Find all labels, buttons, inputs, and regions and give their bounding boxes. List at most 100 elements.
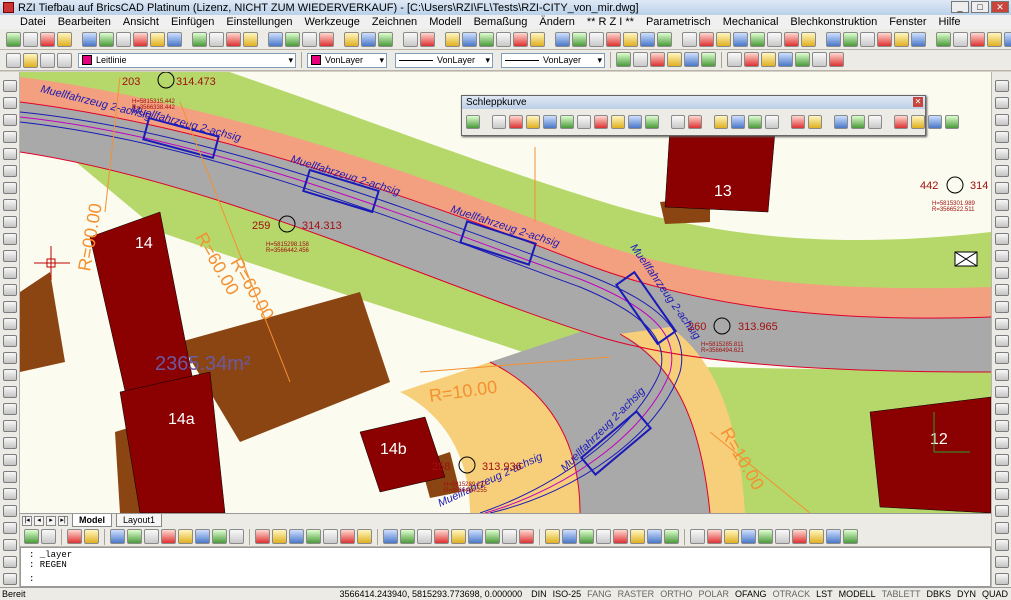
- view-tool-icon[interactable]: [744, 52, 759, 67]
- bottom-tool-icon[interactable]: [110, 529, 125, 544]
- standard-tool-icon[interactable]: [911, 31, 926, 47]
- bottom-tool-icon[interactable]: [229, 529, 244, 544]
- left-draw-tool-icon[interactable]: [3, 80, 17, 92]
- schleppkurve-tool-icon[interactable]: [645, 115, 659, 129]
- right-view-tool-icon[interactable]: [995, 454, 1009, 466]
- standard-tool-icon[interactable]: [657, 31, 672, 47]
- bottom-tool-icon[interactable]: [630, 529, 645, 544]
- left-draw-tool-icon[interactable]: [3, 539, 17, 551]
- standard-tool-icon[interactable]: [640, 31, 655, 47]
- schleppkurve-tool-icon[interactable]: [731, 115, 745, 129]
- schleppkurve-tool-icon[interactable]: [611, 115, 625, 129]
- standard-tool-icon[interactable]: [784, 31, 799, 47]
- status-flag-fang[interactable]: FANG: [584, 589, 615, 599]
- standard-tool-icon[interactable]: [133, 31, 148, 47]
- bottom-tool-icon[interactable]: [647, 529, 662, 544]
- status-flag-quad[interactable]: QUAD: [979, 589, 1011, 599]
- left-draw-tool-icon[interactable]: [3, 114, 17, 126]
- standard-tool-icon[interactable]: [860, 31, 875, 47]
- status-flag-tablett[interactable]: TABLETT: [879, 589, 924, 599]
- left-draw-tool-icon[interactable]: [3, 522, 17, 534]
- left-draw-tool-icon[interactable]: [3, 420, 17, 432]
- schleppkurve-tool-icon[interactable]: [791, 115, 805, 129]
- right-view-tool-icon[interactable]: [995, 352, 1009, 364]
- standard-tool-icon[interactable]: [116, 31, 131, 47]
- right-view-tool-icon[interactable]: [995, 403, 1009, 415]
- standard-tool-icon[interactable]: [302, 31, 317, 47]
- bottom-tool-icon[interactable]: [41, 529, 56, 544]
- right-view-tool-icon[interactable]: [995, 301, 1009, 313]
- bottom-tool-icon[interactable]: [826, 529, 841, 544]
- standard-tool-icon[interactable]: [1004, 31, 1011, 47]
- right-view-tool-icon[interactable]: [995, 420, 1009, 432]
- standard-tool-icon[interactable]: [606, 31, 621, 47]
- tab-layout1[interactable]: Layout1: [116, 514, 163, 527]
- menu-datei[interactable]: Datei: [20, 16, 46, 28]
- right-view-tool-icon[interactable]: [995, 267, 1009, 279]
- view-tool-icon[interactable]: [829, 52, 844, 67]
- right-view-tool-icon[interactable]: [995, 318, 1009, 330]
- lock-icon[interactable]: [57, 52, 72, 68]
- schleppkurve-tool-icon[interactable]: [543, 115, 557, 129]
- schleppkurve-tool-icon[interactable]: [594, 115, 608, 129]
- bottom-tool-icon[interactable]: [613, 529, 628, 544]
- left-draw-tool-icon[interactable]: [3, 148, 17, 160]
- bottom-tool-icon[interactable]: [84, 529, 99, 544]
- view-tool-icon[interactable]: [684, 52, 699, 67]
- tab-prev-icon[interactable]: ◂: [34, 515, 44, 526]
- right-view-tool-icon[interactable]: [995, 522, 1009, 534]
- view-tool-icon[interactable]: [795, 52, 810, 67]
- bottom-tool-icon[interactable]: [289, 529, 304, 544]
- right-view-tool-icon[interactable]: [995, 250, 1009, 262]
- standard-tool-icon[interactable]: [843, 31, 858, 47]
- bottom-tool-icon[interactable]: [417, 529, 432, 544]
- left-draw-tool-icon[interactable]: [3, 471, 17, 483]
- right-view-tool-icon[interactable]: [995, 80, 1009, 92]
- tab-first-icon[interactable]: |◂: [22, 515, 32, 526]
- view-tool-icon[interactable]: [761, 52, 776, 67]
- bottom-tool-icon[interactable]: [178, 529, 193, 544]
- standard-tool-icon[interactable]: [894, 31, 909, 47]
- status-flag-ofang[interactable]: OFANG: [732, 589, 770, 599]
- bottom-tool-icon[interactable]: [758, 529, 773, 544]
- right-view-tool-icon[interactable]: [995, 573, 1009, 585]
- schleppkurve-tool-icon[interactable]: [945, 115, 959, 129]
- lineweight-dropdown[interactable]: VonLayer: [501, 52, 605, 68]
- standard-tool-icon[interactable]: [682, 31, 697, 47]
- standard-tool-icon[interactable]: [496, 31, 511, 47]
- standard-tool-icon[interactable]: [716, 31, 731, 47]
- bottom-tool-icon[interactable]: [545, 529, 560, 544]
- bottom-tool-icon[interactable]: [255, 529, 270, 544]
- layer-manager-icon[interactable]: [6, 52, 21, 68]
- standard-tool-icon[interactable]: [167, 31, 182, 47]
- left-draw-tool-icon[interactable]: [3, 284, 17, 296]
- left-draw-tool-icon[interactable]: [3, 369, 17, 381]
- bottom-tool-icon[interactable]: [161, 529, 176, 544]
- bottom-tool-icon[interactable]: [502, 529, 517, 544]
- standard-tool-icon[interactable]: [40, 31, 55, 47]
- schleppkurve-tool-icon[interactable]: [851, 115, 865, 129]
- right-view-tool-icon[interactable]: [995, 539, 1009, 551]
- left-draw-tool-icon[interactable]: [3, 131, 17, 143]
- command-line[interactable]: : _layer : REGEN :: [20, 547, 991, 587]
- standard-tool-icon[interactable]: [285, 31, 300, 47]
- menu-einstellungen[interactable]: Einstellungen: [226, 16, 292, 28]
- menu-fenster[interactable]: Fenster: [889, 16, 926, 28]
- standard-tool-icon[interactable]: [555, 31, 570, 47]
- view-tool-icon[interactable]: [633, 52, 648, 67]
- standard-tool-icon[interactable]: [209, 31, 224, 47]
- schleppkurve-tool-icon[interactable]: [834, 115, 848, 129]
- sun-icon[interactable]: [40, 52, 55, 68]
- standard-tool-icon[interactable]: [243, 31, 258, 47]
- view-tool-icon[interactable]: [778, 52, 793, 67]
- right-view-tool-icon[interactable]: [995, 488, 1009, 500]
- left-draw-tool-icon[interactable]: [3, 437, 17, 449]
- schleppkurve-tool-icon[interactable]: [748, 115, 762, 129]
- left-draw-tool-icon[interactable]: [3, 403, 17, 415]
- schleppkurve-tool-icon[interactable]: [577, 115, 591, 129]
- left-draw-tool-icon[interactable]: [3, 233, 17, 245]
- menu-rzi[interactable]: ** R Z I **: [587, 16, 634, 28]
- bottom-tool-icon[interactable]: [519, 529, 534, 544]
- bottom-tool-icon[interactable]: [664, 529, 679, 544]
- standard-tool-icon[interactable]: [403, 31, 418, 47]
